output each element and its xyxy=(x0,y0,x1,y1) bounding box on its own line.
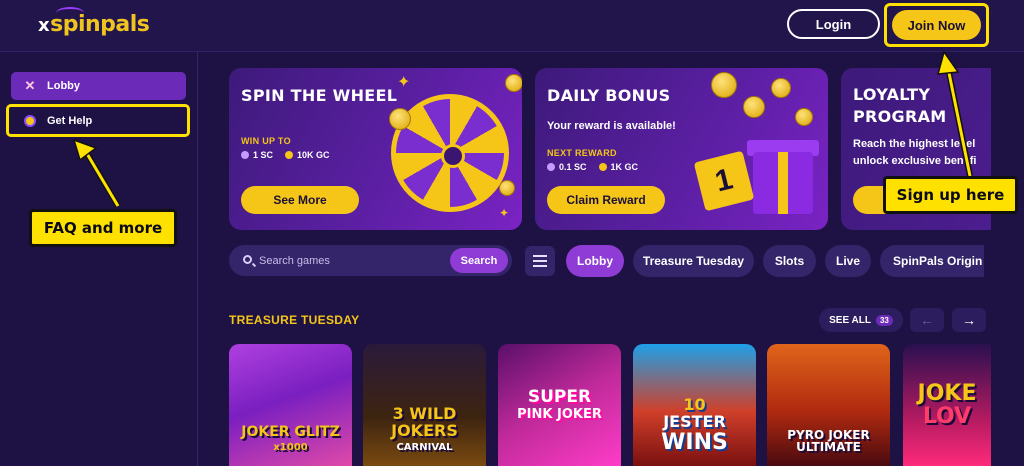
filter-button[interactable] xyxy=(525,246,555,276)
join-now-button[interactable]: Join Now xyxy=(892,10,981,40)
sidebar-item-get-help[interactable]: Get Help xyxy=(6,104,190,137)
gold-coin-icon xyxy=(598,163,607,171)
search-bar: Search xyxy=(229,245,512,276)
banner-reward: 0.1 SC 1K GC xyxy=(547,162,638,172)
banner-label: NEXT REWARD xyxy=(547,148,617,158)
category-tab-lobby[interactable]: Lobby xyxy=(566,245,624,277)
gift-box-icon xyxy=(753,152,813,214)
banner-title: LOYALTY PROGRAM xyxy=(853,84,947,128)
game-title: PYRO JOKER ULTIMATE xyxy=(787,429,870,454)
banner-title-line2: PROGRAM xyxy=(853,107,947,126)
coin-icon xyxy=(795,108,813,126)
signup-callout: Sign up here xyxy=(883,176,1018,214)
join-now-highlight: Join Now xyxy=(884,3,989,47)
game-title-line: SUPER xyxy=(527,386,592,407)
category-tab-slots[interactable]: Slots xyxy=(763,245,816,277)
game-title: 3 WILD JOKERS CARNIVAL xyxy=(391,405,458,454)
game-title-line: WINS xyxy=(661,429,728,455)
filter-icon xyxy=(533,255,547,257)
login-button[interactable]: Login xyxy=(787,9,880,39)
game-title-line: PINK JOKER xyxy=(517,406,602,422)
daily-bonus-banner[interactable]: DAILY BONUS Your reward is available! NE… xyxy=(535,68,828,230)
banner-title-line1: LOYALTY xyxy=(853,85,931,104)
banner-subtitle: Your reward is available! xyxy=(547,120,676,132)
coin-icon xyxy=(743,96,765,118)
sparkle-icon: ✦ xyxy=(499,206,510,220)
see-more-button[interactable]: See More xyxy=(241,186,359,214)
top-bar: xspinpals Login Join Now xyxy=(0,0,1024,52)
spinpals-logo[interactable]: xspinpals xyxy=(38,7,150,37)
game-tile-3-wild-jokers[interactable]: 3 WILD JOKERS CARNIVAL xyxy=(363,344,486,466)
search-input[interactable] xyxy=(259,251,444,271)
game-count-badge: 33 xyxy=(875,314,893,326)
game-title: JOKER GLITZ x1000 xyxy=(241,423,340,454)
sidebar: ✕ Lobby Get Help xyxy=(0,52,198,466)
sweeps-coin-icon xyxy=(241,151,249,159)
arrow-right-icon: → xyxy=(962,312,976,328)
category-tab-spinpals-originals[interactable]: SpinPals Origin xyxy=(880,245,984,277)
reward-sc: 0.1 SC xyxy=(559,162,587,172)
x-icon: ✕ xyxy=(24,78,36,93)
game-title-line: JESTER xyxy=(663,412,726,432)
see-all-button[interactable]: SEE ALL 33 xyxy=(819,308,903,332)
sidebar-item-label: Lobby xyxy=(47,80,80,92)
game-tile-joker-glitz[interactable]: JOKER GLITZ x1000 xyxy=(229,344,352,466)
banner-text-line1: Reach the highest level xyxy=(853,138,976,150)
game-title-line: JOKER GLITZ xyxy=(241,423,340,440)
coin-icon xyxy=(505,74,522,92)
game-title: SUPER PINK JOKER xyxy=(517,386,602,422)
coin-icon xyxy=(771,78,791,98)
game-title-line: JOKERS xyxy=(391,420,458,440)
game-tile-joker-love[interactable]: JOKE LOV xyxy=(903,344,991,466)
banner-label: WIN UP TO xyxy=(241,136,291,146)
spin-the-wheel-banner[interactable]: SPIN THE WHEEL WIN UP TO 1 SC 10K GC See… xyxy=(229,68,522,230)
game-tile-pyro-joker-ultimate[interactable]: PYRO JOKER ULTIMATE xyxy=(767,344,890,466)
logo-arc-icon xyxy=(56,7,84,19)
search-icon xyxy=(243,255,252,264)
sidebar-item-lobby[interactable]: ✕ Lobby xyxy=(11,72,186,100)
game-title: 10 JESTER WINS xyxy=(661,396,728,455)
sparkle-icon: ✦ xyxy=(397,74,411,91)
game-title: JOKE LOV xyxy=(918,382,977,428)
game-title-line: JOKE xyxy=(917,380,977,406)
category-tab-live[interactable]: Live xyxy=(825,245,871,277)
game-title-line: ULTIMATE xyxy=(796,440,861,455)
sidebar-item-label: Get Help xyxy=(47,114,93,127)
arrow-left-icon: ← xyxy=(920,312,934,328)
category-tab-treasure-tuesday[interactable]: Treasure Tuesday xyxy=(633,245,754,277)
claim-reward-button[interactable]: Claim Reward xyxy=(547,186,665,214)
gold-coin-icon xyxy=(285,151,294,159)
banner-title: DAILY BONUS xyxy=(547,86,671,105)
game-tile-super-pink-joker[interactable]: SUPER PINK JOKER xyxy=(498,344,621,466)
faq-callout: FAQ and more xyxy=(29,209,177,247)
reward-sc: 1 SC xyxy=(253,150,274,160)
section-title: TREASURE TUESDAY xyxy=(229,313,360,327)
logo-prefix: x xyxy=(38,15,50,36)
game-title-line: x1000 xyxy=(273,442,308,454)
game-title-line: CARNIVAL xyxy=(396,442,453,454)
next-arrow-button[interactable]: → xyxy=(952,308,986,332)
game-tile-10-jester-wins[interactable]: 10 JESTER WINS xyxy=(633,344,756,466)
game-title-line: LOV xyxy=(922,404,972,429)
reward-gc: 1K GC xyxy=(610,162,639,172)
coin-icon xyxy=(711,72,737,98)
banner-reward: 1 SC 10K GC xyxy=(241,150,330,160)
sweeps-coin-icon xyxy=(547,163,555,171)
banner-title: SPIN THE WHEEL xyxy=(241,86,398,105)
coin-icon xyxy=(499,180,515,196)
reward-gc: 10K GC xyxy=(297,150,330,160)
calendar-icon: 1 xyxy=(693,150,755,212)
see-all-label: SEE ALL xyxy=(829,314,871,326)
search-button[interactable]: Search xyxy=(450,248,508,273)
previous-arrow-button[interactable]: ← xyxy=(910,308,944,332)
banner-text-line2: unlock exclusive benefi xyxy=(853,155,977,167)
help-icon xyxy=(23,114,37,127)
coin-icon xyxy=(389,108,411,130)
